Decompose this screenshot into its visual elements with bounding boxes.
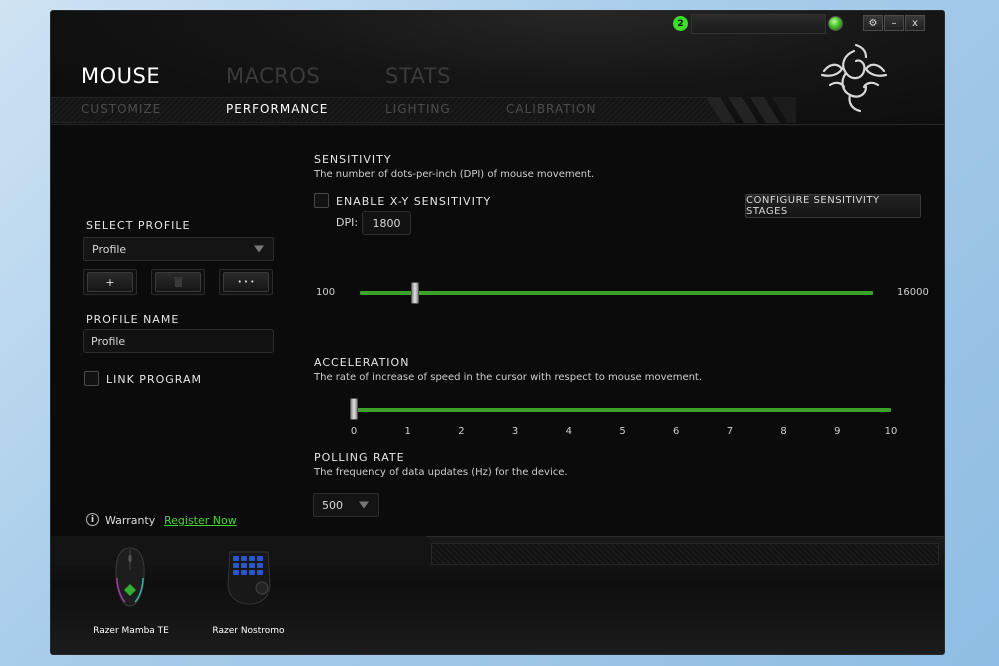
device-name-mamba: Razer Mamba TE: [93, 626, 169, 636]
sensitivity-slider-track[interactable]: [360, 291, 873, 295]
select-profile-label: SELECT PROFILE: [86, 219, 191, 232]
notification-badge[interactable]: 2: [673, 16, 688, 31]
keypad-device-icon: [227, 551, 271, 605]
acceleration-tick-label: 1: [404, 426, 411, 437]
settings-button[interactable]: ⚙: [863, 15, 883, 31]
footer-pattern-strip: [431, 543, 939, 565]
sensitivity-max-label: 16000: [897, 287, 929, 298]
acceleration-tick-label: 2: [458, 426, 465, 437]
polling-rate-description: The frequency of data updates (Hz) for t…: [314, 467, 568, 478]
acceleration-tick-label: 8: [780, 426, 787, 437]
user-account-field[interactable]: [691, 14, 826, 34]
acceleration-tick-label: 10: [884, 426, 898, 437]
enable-xy-sensitivity-label: ENABLE X-Y SENSITIVITY: [336, 195, 492, 208]
warranty-label: Warranty: [105, 514, 156, 527]
subtab-performance[interactable]: PERFORMANCE: [226, 102, 328, 116]
profile-name-label: PROFILE NAME: [86, 313, 180, 326]
register-now-link[interactable]: Register Now: [164, 514, 237, 527]
chevron-down-icon: [254, 245, 264, 253]
tab-stats[interactable]: STATS: [385, 64, 451, 88]
sensitivity-slider-thumb[interactable]: [410, 282, 419, 304]
sensitivity-min-label: 100: [316, 287, 336, 298]
configure-sensitivity-stages-button[interactable]: CONFIGURE SENSITIVITY STAGES: [745, 194, 921, 218]
delete-profile-button[interactable]: [155, 272, 201, 292]
tab-mouse[interactable]: MOUSE: [81, 64, 160, 88]
info-icon: i: [86, 513, 99, 526]
acceleration-tick-label: 0: [350, 426, 358, 437]
subtab-calibration[interactable]: CALIBRATION: [506, 102, 596, 116]
acceleration-tick-label: 3: [511, 426, 519, 437]
razer-logo-icon: [820, 43, 888, 113]
acceleration-tick-label: 7: [726, 426, 734, 437]
acceleration-title: ACCELERATION: [314, 356, 410, 369]
enable-xy-sensitivity-checkbox[interactable]: [314, 193, 329, 208]
sensitivity-description: The number of dots-per-inch (DPI) of mou…: [314, 169, 595, 180]
acceleration-tick-label: 5: [619, 426, 626, 437]
dpi-input[interactable]: 1800: [362, 211, 411, 235]
profile-select[interactable]: Profile: [83, 237, 274, 261]
header-divider: [51, 124, 944, 125]
acceleration-tick-label: 6: [673, 426, 680, 437]
subtab-lighting[interactable]: LIGHTING: [385, 102, 451, 116]
polling-rate-value: 500: [322, 498, 343, 512]
minimize-button[interactable]: –: [884, 15, 904, 31]
profile-select-value: Profile: [92, 242, 127, 256]
more-options-button[interactable]: • • •: [223, 272, 269, 292]
mouse-device-icon: [115, 547, 145, 607]
close-button[interactable]: x: [905, 15, 925, 31]
acceleration-tick-label: 4: [565, 426, 572, 437]
subtab-customize[interactable]: CUSTOMIZE: [81, 102, 161, 116]
sensitivity-title: SENSITIVITY: [314, 153, 392, 166]
acceleration-slider-track[interactable]: [354, 408, 891, 412]
device-name-nostromo: Razer Nostromo: [212, 626, 285, 636]
gear-icon: ⚙: [868, 17, 878, 29]
add-profile-button[interactable]: +: [87, 272, 133, 292]
acceleration-description: The rate of increase of speed in the cur…: [314, 372, 703, 383]
synapse-window: 2 ⚙ – x MOUSE MACROS STATS CUSTOMIZE PER…: [50, 10, 945, 655]
online-status-icon: [828, 16, 843, 31]
polling-rate-select[interactable]: 500: [313, 493, 379, 517]
acceleration-slider-thumb[interactable]: [350, 398, 358, 420]
dpi-label: DPI:: [336, 216, 359, 229]
device-mamba[interactable]: Razer Mamba TE: [91, 546, 171, 641]
acceleration-tick-label: 9: [834, 426, 841, 437]
polling-rate-title: POLLING RATE: [314, 451, 405, 464]
link-program-checkbox[interactable]: [84, 371, 99, 386]
decorative-stripes: [706, 97, 796, 123]
trash-icon: [173, 277, 183, 287]
link-program-label: LINK PROGRAM: [106, 373, 202, 386]
tab-macros[interactable]: MACROS: [226, 64, 320, 88]
chevron-down-icon: [359, 501, 369, 509]
device-nostromo[interactable]: Razer Nostromo: [206, 546, 291, 641]
profile-name-input[interactable]: Profile: [83, 329, 274, 353]
